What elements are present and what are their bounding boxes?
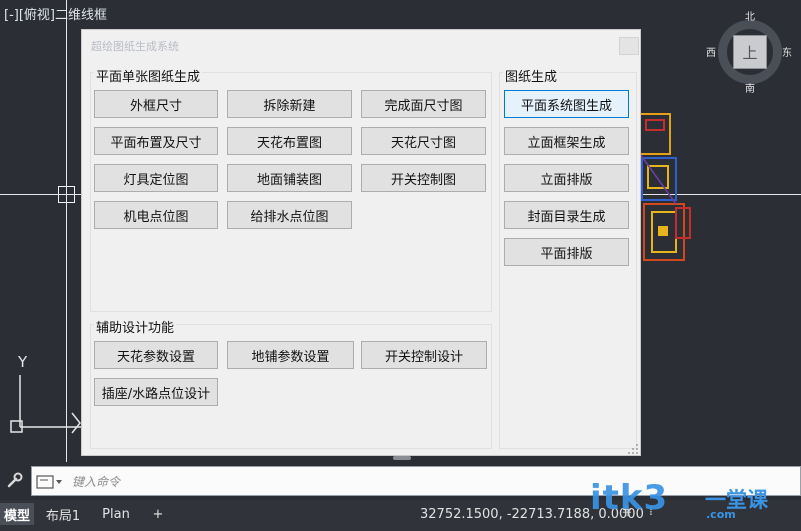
floor-paving-button[interactable]: 地面铺装图	[227, 164, 352, 192]
statusbar: 模型 布局1 Plan + 32752.1500, -22713.7188, 0…	[0, 500, 801, 531]
viewcube-top-face[interactable]: 上	[733, 35, 767, 69]
compass-north-label[interactable]: 北	[745, 8, 755, 23]
lighting-position-button[interactable]: 灯具定位图	[94, 164, 218, 192]
ceiling-layout-button[interactable]: 天花布置图	[227, 127, 352, 155]
horizontal-scrollbar-thumb[interactable]	[393, 456, 411, 460]
wrench-icon[interactable]	[6, 471, 24, 489]
tab-layout1[interactable]: 布局1	[44, 503, 82, 525]
demolition-new-button[interactable]: 拆除新建	[227, 90, 352, 118]
ucs-axes-icon	[10, 375, 86, 434]
drawing-generator-dialog: 超绘图纸生成系统 平面单张图纸生成 外框尺寸 拆除新建 完成面尺寸图 平面布置及…	[81, 29, 641, 456]
plan-system-drawing-button[interactable]: 平面系统图生成	[504, 90, 629, 118]
command-prompt-icon[interactable]	[36, 475, 64, 489]
tab-plan[interactable]: Plan	[98, 503, 134, 525]
ceiling-parameter-settings-button[interactable]: 天花参数设置	[94, 341, 218, 369]
electromechanical-points-button[interactable]: 机电点位图	[94, 201, 218, 229]
switch-control-plan-button[interactable]: 开关控制图	[361, 164, 486, 192]
dialog-titlebar[interactable]: 超绘图纸生成系统	[82, 30, 640, 60]
finish-surface-dimension-button[interactable]: 完成面尺寸图	[361, 90, 486, 118]
elevation-layout-button[interactable]: 立面排版	[504, 164, 629, 192]
ucs-icon: Y	[8, 353, 88, 439]
dialog-title: 超绘图纸生成系统	[91, 40, 179, 53]
plan-group-label: 平面单张图纸生成	[94, 66, 203, 85]
floor-paving-parameter-settings-button[interactable]: 地铺参数设置	[227, 341, 354, 369]
viewport-label[interactable]: [-][俯视]二维线框	[4, 4, 107, 23]
socket-waterway-design-button[interactable]: 插座/水路点位设计	[94, 378, 218, 406]
plan-layout-dimension-button[interactable]: 平面布置及尺寸	[94, 127, 218, 155]
compass-east-label[interactable]: 东	[782, 44, 792, 59]
crosshair-pickbox	[58, 186, 75, 203]
resize-grip-icon[interactable]	[627, 443, 639, 455]
viewcube[interactable]: 上 北 南 西 东	[704, 6, 796, 98]
aux-group-label: 辅助设计功能	[94, 317, 177, 336]
outer-frame-dimensions-button[interactable]: 外框尺寸	[94, 90, 218, 118]
ceiling-dimension-button[interactable]: 天花尺寸图	[361, 127, 486, 155]
add-layout-tab-button[interactable]: +	[148, 503, 168, 525]
watermark-logo: itk3	[590, 478, 669, 518]
close-button[interactable]	[619, 37, 639, 55]
elevation-frame-button[interactable]: 立面框架生成	[504, 127, 629, 155]
plan-layout-button[interactable]: 平面排版	[504, 238, 629, 266]
cover-catalog-button[interactable]: 封面目录生成	[504, 201, 629, 229]
compass-west-label[interactable]: 西	[706, 44, 716, 59]
floorplan-drawing[interactable]	[636, 108, 696, 268]
command-input[interactable]	[72, 473, 672, 491]
watermark-url: .com	[706, 508, 736, 521]
tab-model[interactable]: 模型	[0, 503, 34, 525]
water-supply-drainage-points-button[interactable]: 给排水点位图	[227, 201, 352, 229]
drawing-group-label: 图纸生成	[503, 66, 560, 85]
command-line-box[interactable]	[31, 466, 801, 496]
compass-south-label[interactable]: 南	[745, 80, 755, 95]
switch-control-design-button[interactable]: 开关控制设计	[361, 341, 487, 369]
